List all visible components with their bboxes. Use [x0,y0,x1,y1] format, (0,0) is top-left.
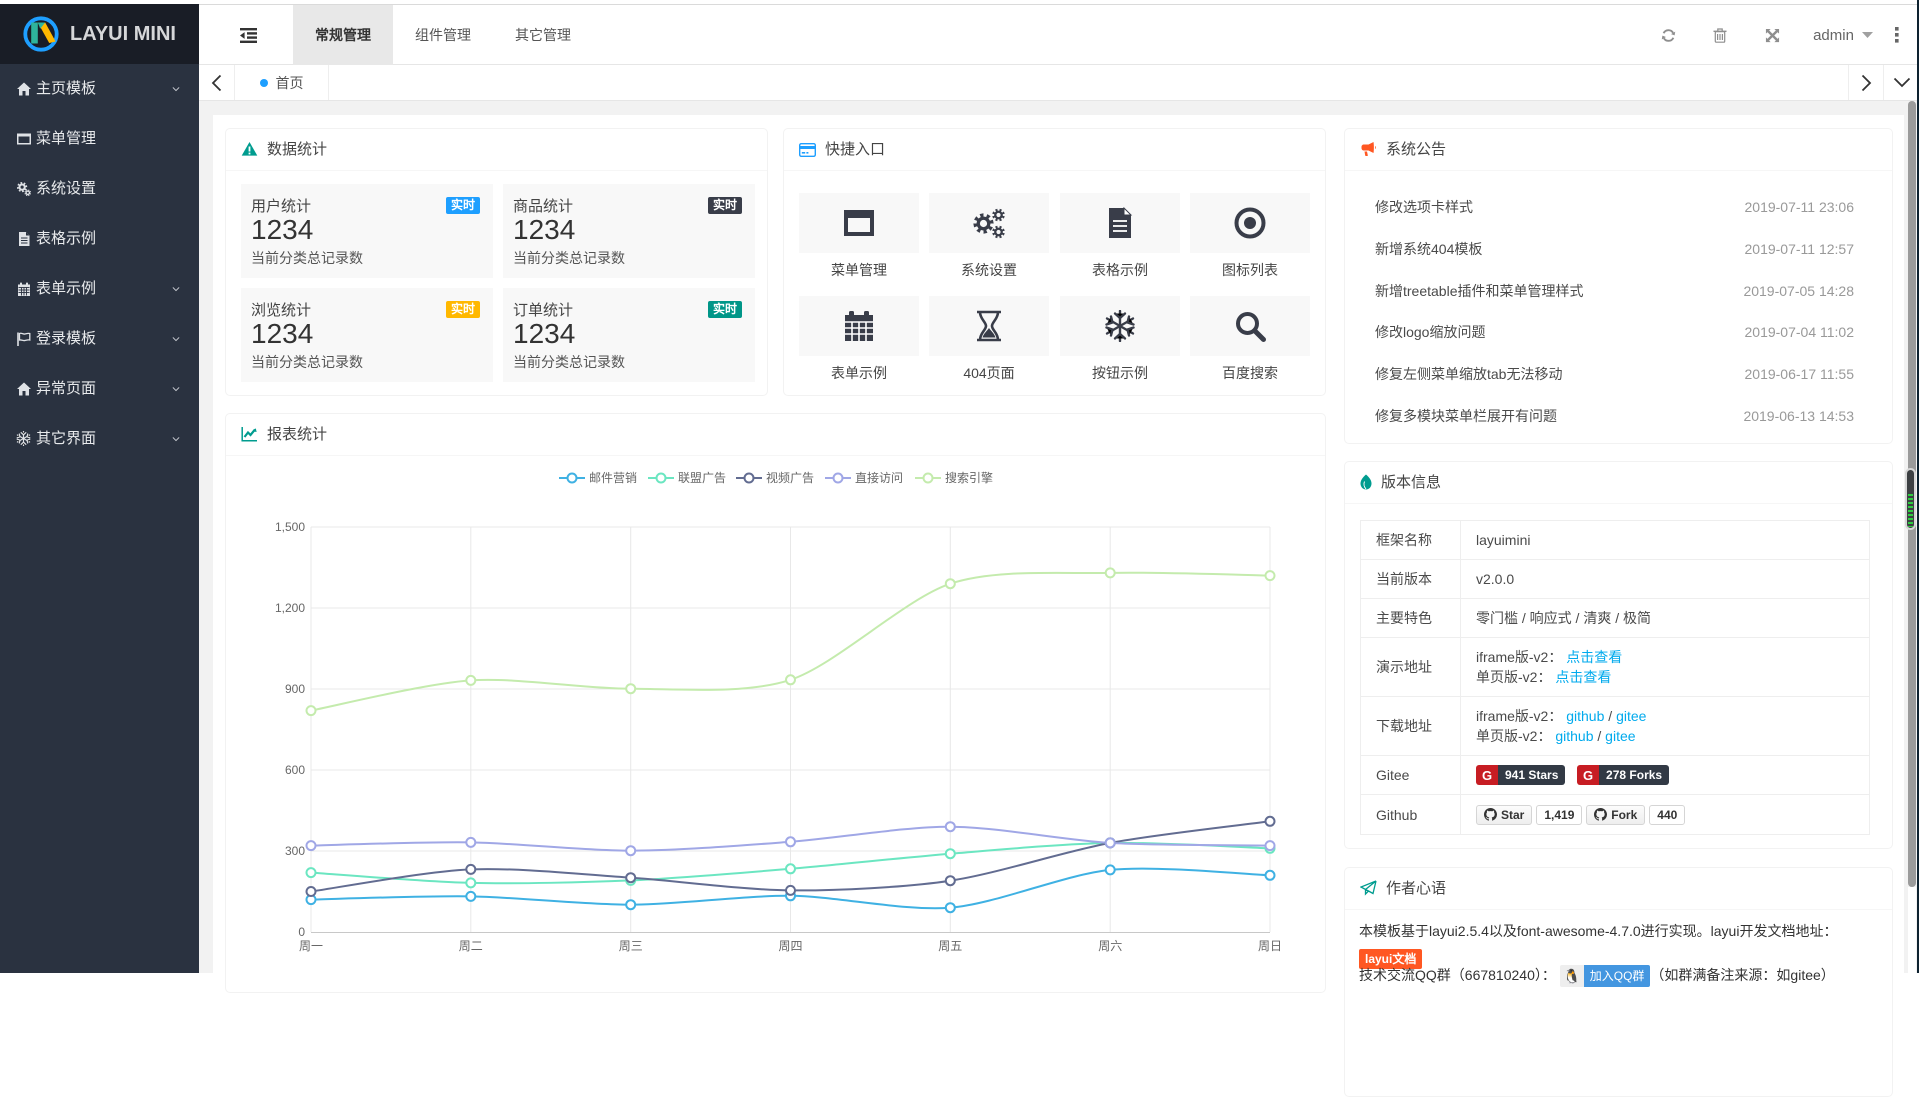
svg-text:周六: 周六 [1098,939,1122,953]
svg-text:周三: 周三 [619,939,643,953]
svg-text:900: 900 [285,682,305,696]
svg-text:周四: 周四 [778,939,802,953]
svg-text:搜索引擎: 搜索引擎 [945,470,993,485]
svg-text:0: 0 [298,925,305,939]
svg-text:1,200: 1,200 [275,601,305,615]
svg-text:1,500: 1,500 [275,520,305,534]
svg-text:周一: 周一 [299,939,323,953]
svg-text:600: 600 [285,763,305,777]
svg-text:邮件营销: 邮件营销 [589,471,637,485]
svg-text:联盟广告: 联盟广告 [678,471,726,485]
svg-text:300: 300 [285,844,305,858]
svg-text:周日: 周日 [1258,939,1282,953]
svg-text:周五: 周五 [938,939,962,953]
svg-text:视频广告: 视频广告 [766,470,814,485]
svg-text:周二: 周二 [459,939,483,953]
svg-text:直接访问: 直接访问 [855,470,903,485]
